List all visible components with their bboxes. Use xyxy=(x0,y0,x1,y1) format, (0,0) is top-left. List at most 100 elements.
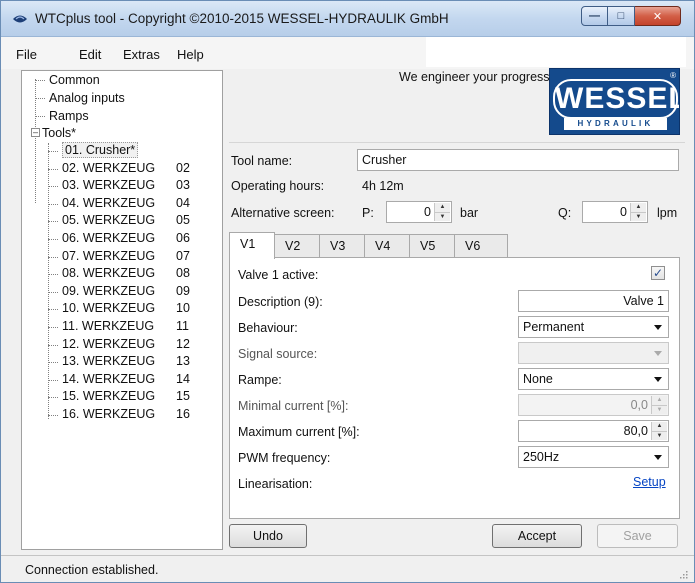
tree-line xyxy=(48,344,58,346)
tree-item-common[interactable]: Common xyxy=(49,73,100,90)
q-label: Q: xyxy=(558,206,572,220)
tree-item-tool[interactable]: 15. WERKZEUG 15 xyxy=(62,389,222,406)
pwm-frequency-select[interactable]: 250Hz xyxy=(518,446,669,468)
menu-edit[interactable]: Edit xyxy=(79,47,101,62)
tree-item-tool[interactable]: 02. WERKZEUG 02 xyxy=(62,161,222,178)
tool-name: 05. WERKZEUG xyxy=(62,213,156,228)
stepper-up-icon[interactable]: ▲ xyxy=(652,396,667,405)
tool-number: 15 xyxy=(176,389,190,404)
tab-v6[interactable]: V6 xyxy=(454,234,508,257)
tree-line xyxy=(48,203,58,205)
q-stepper[interactable]: 0 ▲ ▼ xyxy=(582,201,648,223)
tool-name: 03. WERKZEUG xyxy=(62,178,156,193)
tree-item-tool[interactable]: 05. WERKZEUG 05 xyxy=(62,213,222,230)
tab-label: V2 xyxy=(285,239,301,253)
rampe-select[interactable]: None xyxy=(518,368,669,390)
stepper-down-icon[interactable]: ▼ xyxy=(435,212,450,221)
menu-extras[interactable]: Extras xyxy=(123,47,160,62)
tagline: We engineer your progress. xyxy=(399,70,554,84)
tree-item-tool[interactable]: 12. WERKZEUG 12 xyxy=(62,337,222,354)
chevron-down-icon xyxy=(654,351,662,356)
tree-item-tool[interactable]: 11. WERKZEUG 11 xyxy=(62,319,222,336)
stepper-down-icon[interactable]: ▼ xyxy=(652,431,667,440)
tree-item-tool[interactable]: 07. WERKZEUG 07 xyxy=(62,249,222,266)
tree-line xyxy=(48,221,58,223)
description-input[interactable]: Valve 1 xyxy=(518,290,669,312)
save-button[interactable]: Save xyxy=(597,524,678,548)
minimal-current-stepper[interactable]: 0,0 ▲ ▼ xyxy=(518,394,669,416)
tree-item-tool[interactable]: 08. WERKZEUG 08 xyxy=(62,266,222,283)
tool-number: 10 xyxy=(176,301,190,316)
tree-item-tool[interactable]: 14. WERKZEUG 14 xyxy=(62,372,222,389)
signal-source-select[interactable] xyxy=(518,342,669,364)
tool-name: 15. WERKZEUG xyxy=(62,389,156,404)
tree-line xyxy=(48,274,58,276)
p-label: P: xyxy=(362,206,374,220)
tree-item-tool[interactable]: 01. Crusher* xyxy=(62,142,222,160)
stepper-up-icon[interactable]: ▲ xyxy=(631,203,646,212)
status-bar: Connection established. xyxy=(1,555,694,582)
maximum-current-stepper[interactable]: 80,0 ▲ ▼ xyxy=(518,420,669,442)
tree-item-tool[interactable]: 06. WERKZEUG 06 xyxy=(62,231,222,248)
tree-line xyxy=(48,256,58,258)
resize-grip-icon[interactable] xyxy=(678,569,688,579)
maximum-current-label: Maximum current [%]: xyxy=(238,425,360,439)
window-controls: — □ ✕ xyxy=(581,6,681,26)
stepper-down-icon[interactable]: ▼ xyxy=(652,405,667,414)
maximize-button[interactable]: □ xyxy=(608,6,635,26)
tool-number: 16 xyxy=(176,407,190,421)
maximum-current-arrows[interactable]: ▲ ▼ xyxy=(651,422,667,440)
tree-item-tool[interactable]: 10. WERKZEUG 10 xyxy=(62,301,222,318)
tree-item-tool[interactable]: 09. WERKZEUG 09 xyxy=(62,284,222,301)
window-title: WTCplus tool - Copyright ©2010-2015 WESS… xyxy=(35,11,449,26)
close-icon: ✕ xyxy=(652,10,663,23)
tree-item-tool[interactable]: 03. WERKZEUG 03 xyxy=(62,178,222,195)
description-label: Description (9): xyxy=(238,295,323,309)
tab-v2[interactable]: V2 xyxy=(274,234,320,257)
title-bar[interactable]: WTCplus tool - Copyright ©2010-2015 WESS… xyxy=(1,1,694,37)
header-blank-area xyxy=(426,37,686,67)
chevron-down-icon xyxy=(654,325,662,330)
collapse-icon[interactable]: – xyxy=(31,128,40,137)
p-stepper-arrows[interactable]: ▲ ▼ xyxy=(434,203,450,221)
behaviour-select[interactable]: Permanent xyxy=(518,316,669,338)
tool-name: 01. Crusher* xyxy=(62,142,139,158)
tab-label: V6 xyxy=(465,239,481,253)
tab-v4[interactable]: V4 xyxy=(364,234,410,257)
tab-v3[interactable]: V3 xyxy=(319,234,365,257)
tree-line xyxy=(48,239,58,240)
minimize-button[interactable]: — xyxy=(581,6,608,26)
accept-button[interactable]: Accept xyxy=(492,524,582,548)
stepper-down-icon[interactable]: ▼ xyxy=(631,212,646,221)
stepper-up-icon[interactable]: ▲ xyxy=(435,203,450,212)
tab-v1[interactable]: V1 xyxy=(229,232,275,259)
tree-item-tool[interactable]: 13. WERKZEUG 13 xyxy=(62,354,222,371)
valve-active-label: Valve 1 active: xyxy=(238,268,319,282)
q-stepper-arrows[interactable]: ▲ ▼ xyxy=(630,203,646,221)
tree-item-tools[interactable]: Tools* xyxy=(42,126,76,143)
close-button[interactable]: ✕ xyxy=(635,6,681,26)
tool-name-label: Tool name: xyxy=(231,154,293,168)
tree-item-tool[interactable]: 04. WERKZEUG 04 xyxy=(62,196,222,213)
chevron-down-icon xyxy=(654,455,662,460)
tool-number: 06 xyxy=(176,231,190,245)
maximize-icon: □ xyxy=(617,10,625,22)
undo-button[interactable]: Undo xyxy=(229,524,307,548)
stepper-up-icon[interactable]: ▲ xyxy=(652,422,667,431)
tool-number: 09 xyxy=(176,283,190,298)
p-stepper[interactable]: 0 ▲ ▼ xyxy=(386,201,452,223)
minimal-current-arrows[interactable]: ▲ ▼ xyxy=(651,396,667,414)
pwm-frequency-label: PWM frequency: xyxy=(238,451,331,465)
valve-active-checkbox[interactable]: ✓ xyxy=(651,266,665,280)
linearisation-setup-link[interactable]: Setup xyxy=(633,475,666,489)
tree-item-analog-inputs[interactable]: Analog inputs xyxy=(49,91,125,108)
menu-file[interactable]: File xyxy=(16,47,37,62)
tree-line xyxy=(48,362,58,364)
menu-help[interactable]: Help xyxy=(177,47,204,62)
tree-item-tool[interactable]: 16. WERKZEUG 16 xyxy=(62,407,222,424)
tool-name-input[interactable]: Crusher xyxy=(357,149,679,171)
navigation-tree[interactable]: Common Analog inputs Ramps – Tools* 01. … xyxy=(21,70,223,550)
tree-item-ramps[interactable]: Ramps xyxy=(49,109,89,126)
tab-v5[interactable]: V5 xyxy=(409,234,455,257)
tool-number: 12 xyxy=(176,336,190,351)
